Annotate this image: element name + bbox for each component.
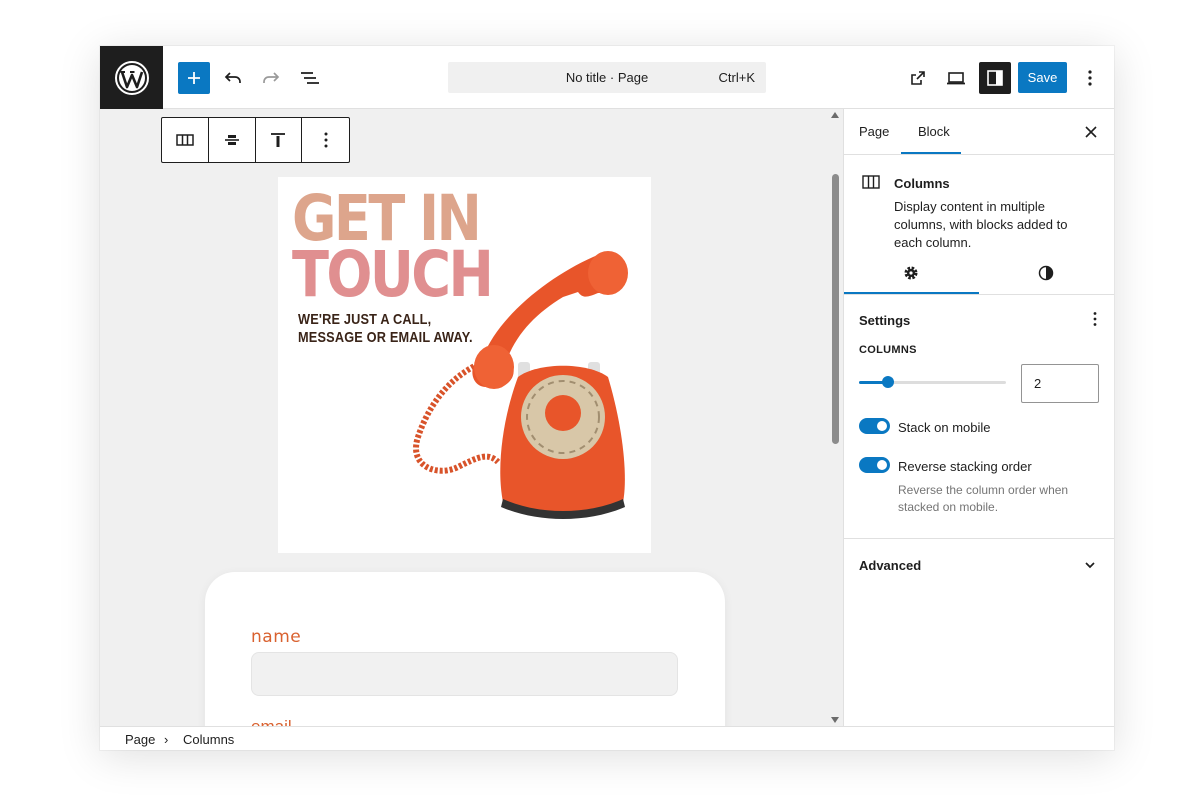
sidebar-tabs: Page Block — [844, 109, 1114, 155]
block-inspector-tabs — [844, 251, 1114, 295]
save-button[interactable]: Save — [1018, 62, 1067, 93]
tab-block[interactable]: Block — [918, 124, 950, 139]
command-shortcut: Ctrl+K — [718, 70, 755, 85]
scroll-down-arrow-icon[interactable] — [831, 717, 839, 723]
email-label: email — [251, 717, 292, 726]
vertical-align-button[interactable] — [209, 118, 256, 162]
desktop-icon — [947, 72, 965, 85]
contact-form-card: name email — [205, 572, 725, 726]
scrollbar-thumb[interactable] — [832, 174, 839, 444]
list-view-icon — [301, 72, 319, 84]
gear-icon — [904, 266, 918, 280]
breadcrumb-page[interactable]: Page — [125, 732, 155, 747]
tab-styles[interactable] — [1036, 263, 1056, 283]
preview-button[interactable] — [940, 62, 972, 94]
more-vertical-icon — [324, 132, 328, 148]
contrast-icon — [1038, 265, 1054, 281]
settings-panel-title: Settings — [859, 313, 911, 328]
external-link-icon — [911, 71, 925, 85]
command-palette-bar[interactable]: No title · Page Ctrl+K — [448, 62, 766, 93]
stack-on-mobile-toggle[interactable] — [859, 418, 890, 434]
undo-icon — [224, 72, 241, 83]
list-view-button[interactable] — [294, 62, 326, 94]
columns-number-input[interactable]: 2 — [1021, 364, 1099, 403]
more-vertical-icon — [1093, 312, 1097, 326]
view-page-button[interactable] — [902, 62, 934, 94]
plus-icon — [188, 72, 200, 84]
top-toolbar: No title · Page Ctrl+K Save — [100, 46, 1114, 109]
align-vertical-center-icon — [224, 135, 239, 145]
name-label: name — [251, 627, 302, 647]
advanced-panel-title[interactable]: Advanced — [859, 558, 921, 573]
scroll-up-arrow-icon[interactable] — [831, 112, 839, 118]
reverse-stacking-toggle[interactable] — [859, 457, 890, 473]
columns-icon — [176, 134, 194, 146]
align-top-button[interactable] — [256, 118, 303, 162]
block-toolbar — [161, 117, 350, 163]
tab-settings[interactable] — [901, 263, 921, 283]
stack-on-mobile-label: Stack on mobile — [898, 420, 991, 435]
block-card-description: Display content in multiple columns, wit… — [894, 199, 1068, 250]
chevron-down-icon — [1085, 562, 1095, 569]
editor-canvas[interactable]: GET IN TOUCH WE'RE JUST A CALL, MESSAGE … — [100, 109, 843, 726]
active-subtab-indicator — [844, 292, 979, 294]
reverse-stacking-label: Reverse stacking order — [898, 459, 1032, 474]
more-vertical-icon — [1088, 70, 1092, 86]
name-field[interactable] — [251, 652, 678, 696]
close-sidebar-button[interactable] — [1082, 123, 1100, 141]
block-options-button[interactable] — [302, 118, 349, 162]
wordpress-logo[interactable] — [100, 46, 163, 109]
active-tab-indicator — [901, 152, 961, 154]
redo-button[interactable] — [255, 62, 287, 94]
redo-icon — [263, 72, 280, 83]
block-card-title: Columns — [894, 176, 950, 191]
telephone-illustration — [413, 251, 628, 519]
sidebar-settings-icon — [987, 70, 1003, 86]
canvas-scrollbar[interactable] — [828, 109, 843, 726]
settings-toggle-button[interactable] — [979, 62, 1011, 94]
contact-hero-image[interactable]: GET IN TOUCH WE'RE JUST A CALL, MESSAGE … — [278, 177, 651, 553]
tab-page[interactable]: Page — [859, 124, 889, 139]
close-icon — [1085, 126, 1097, 138]
editor-window: No title · Page Ctrl+K Save GET IN TOUCH… — [100, 46, 1114, 750]
options-button[interactable] — [1074, 62, 1106, 94]
settings-sidebar: Page Block Columns Display content in mu… — [843, 109, 1114, 726]
columns-label: COLUMNS — [859, 344, 917, 356]
reverse-stacking-help: Reverse the column order when stacked on… — [898, 483, 1069, 514]
advanced-toggle[interactable] — [1084, 558, 1096, 576]
breadcrumb-separator: › — [164, 732, 169, 747]
settings-options-button[interactable] — [1092, 311, 1098, 332]
block-type-button[interactable] — [162, 118, 209, 162]
add-block-button[interactable] — [178, 62, 210, 94]
wordpress-icon — [114, 60, 149, 95]
panel-divider — [844, 538, 1114, 539]
columns-icon — [862, 175, 880, 189]
breadcrumb: Page › Columns — [100, 726, 1114, 750]
undo-button[interactable] — [217, 62, 249, 94]
breadcrumb-columns[interactable]: Columns — [183, 732, 234, 747]
align-top-icon — [271, 133, 286, 147]
columns-range-thumb[interactable] — [882, 376, 894, 388]
